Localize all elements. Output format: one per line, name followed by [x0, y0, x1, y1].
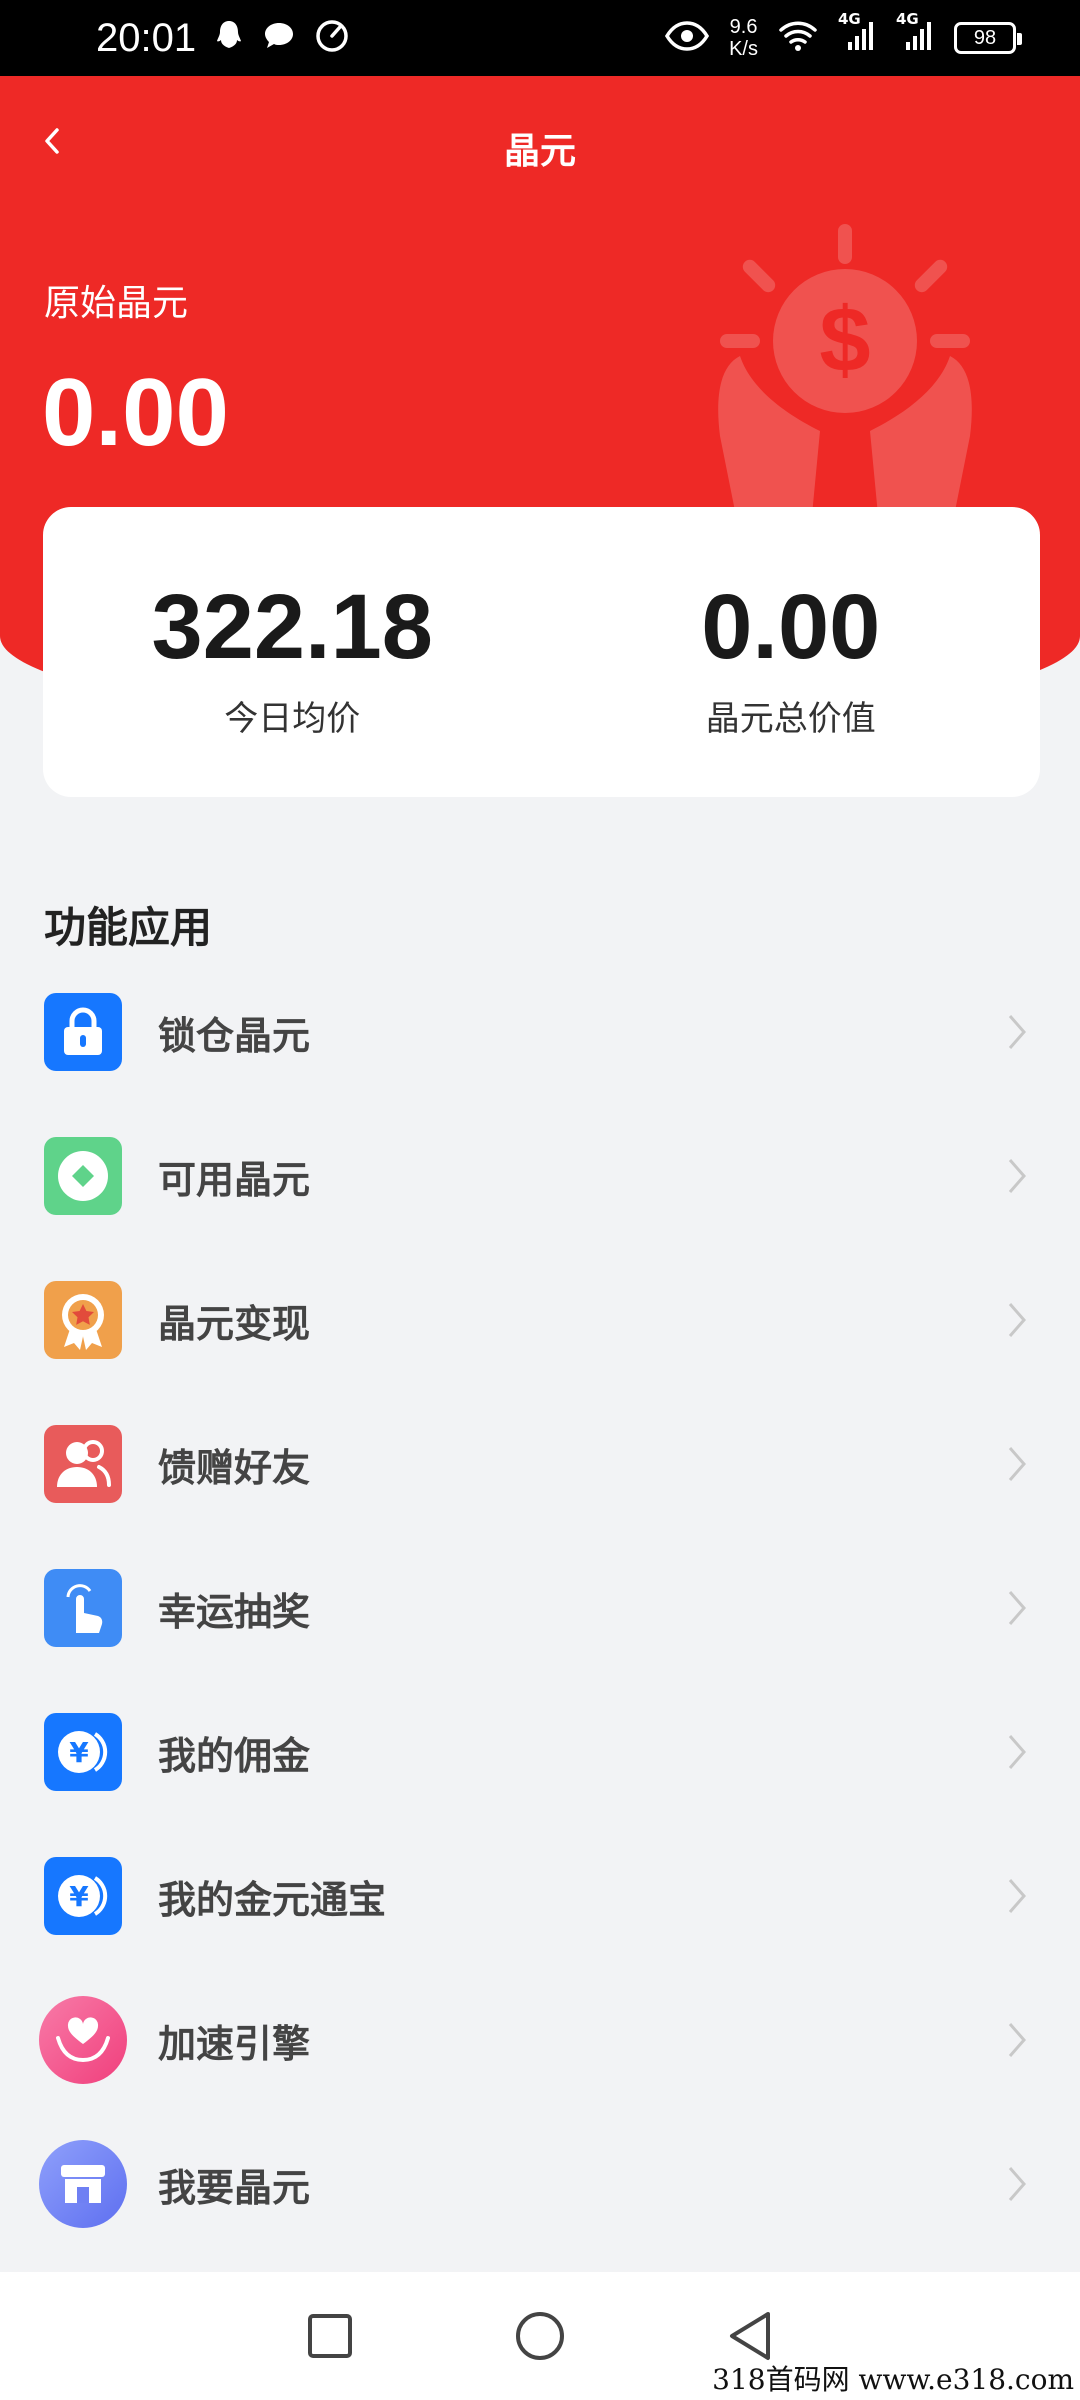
menu-label: 加速引擎: [158, 2021, 311, 2066]
home-button[interactable]: [514, 2310, 566, 2362]
status-time: 20:01: [96, 15, 197, 60]
original-crystal-value: 0.00: [42, 359, 229, 466]
chevron-right-icon: [1008, 1591, 1026, 1625]
menu-item-lucky-draw[interactable]: 幸运抽奖: [0, 1536, 1080, 1680]
chevron-right-icon: [1008, 2167, 1026, 2201]
menu-label: 馈赠好友: [158, 1445, 311, 1490]
battery-icon: 98: [954, 22, 1022, 54]
recents-button[interactable]: [306, 2312, 354, 2360]
menu-label: 我要晶元: [158, 2165, 311, 2210]
yen-icon: ¥: [44, 1857, 122, 1935]
stat-total-value: 0.00 晶元总价值: [542, 507, 1041, 797]
users-icon: [44, 1425, 122, 1503]
svg-text:¥: ¥: [69, 1736, 89, 1769]
svg-text:¥: ¥: [69, 1880, 89, 1913]
watermark: 318首码网 www.e318.com: [712, 2363, 1074, 2396]
chevron-right-icon: [1008, 1303, 1026, 1337]
chevron-right-icon: [1008, 1447, 1026, 1481]
chevron-right-icon: [1008, 1879, 1026, 1913]
svg-text:$: $: [819, 289, 870, 391]
stat-label: 今日均价: [224, 699, 361, 739]
menu-label: 晶元变现: [158, 1301, 311, 1346]
menu-label: 可用晶元: [158, 1157, 311, 1202]
net-speed: 9.6 K/s: [729, 16, 758, 60]
stats-card: 322.18 今日均价 0.00 晶元总价值: [43, 507, 1040, 797]
menu-label: 锁仓晶元: [158, 1013, 311, 1058]
lock-icon: [44, 993, 122, 1071]
chevron-right-icon: [1008, 1735, 1026, 1769]
qq-icon: [214, 19, 244, 57]
page-title: 晶元: [503, 131, 576, 172]
status-bar: 20:01 9.6 K/s 4G 4G 98: [0, 0, 1080, 76]
section-title: 功能应用: [44, 903, 213, 952]
stat-label: 晶元总价值: [705, 699, 876, 739]
money-hands-icon: $: [718, 224, 972, 536]
chevron-right-icon: [1008, 1015, 1026, 1049]
menu-item-want-crystal[interactable]: 我要晶元: [0, 2112, 1080, 2256]
speed-icon: [314, 18, 350, 58]
eye-icon: [665, 21, 710, 55]
menu-item-locked-crystal[interactable]: 锁仓晶元: [0, 960, 1080, 1104]
coin-icon: [44, 1137, 122, 1215]
signal-icon: 4G: [896, 10, 934, 56]
stat-value: 322.18: [151, 576, 433, 678]
menu-item-my-commission[interactable]: ¥ 我的佣金: [0, 1680, 1080, 1824]
tap-icon: [44, 1569, 122, 1647]
yen-icon: ¥: [44, 1713, 122, 1791]
menu-label: 我的金元通宝: [158, 1877, 387, 1922]
stat-value: 0.00: [701, 576, 881, 678]
back-nav-button[interactable]: [726, 2310, 774, 2362]
stat-today-average: 322.18 今日均价: [43, 507, 542, 797]
menu-item-gold-coin-treasure[interactable]: ¥ 我的金元通宝: [0, 1824, 1080, 1968]
menu-item-crystal-cashout[interactable]: 晶元变现: [0, 1248, 1080, 1392]
wifi-icon: [778, 20, 818, 56]
medal-icon: [44, 1281, 122, 1359]
heart-hands-icon: [39, 1996, 127, 2084]
chevron-right-icon: [1008, 1159, 1026, 1193]
menu-label: 幸运抽奖: [158, 1589, 311, 1634]
signal-icon: 4G: [838, 10, 876, 56]
menu-label: 我的佣金: [158, 1733, 311, 1778]
store-icon: [39, 2140, 127, 2228]
menu-item-gift-friends[interactable]: 馈赠好友: [0, 1392, 1080, 1536]
original-crystal-label: 原始晶元: [44, 283, 189, 324]
message-icon: [262, 20, 296, 56]
menu-item-boost-engine[interactable]: 加速引擎: [0, 1968, 1080, 2112]
menu-item-available-crystal[interactable]: 可用晶元: [0, 1104, 1080, 1248]
feature-menu: 锁仓晶元 可用晶元 晶元变现 馈赠好友 幸运抽奖 ¥ 我的佣金 ¥ 我的金元通宝…: [0, 960, 1080, 2256]
chevron-right-icon: [1008, 2023, 1026, 2057]
